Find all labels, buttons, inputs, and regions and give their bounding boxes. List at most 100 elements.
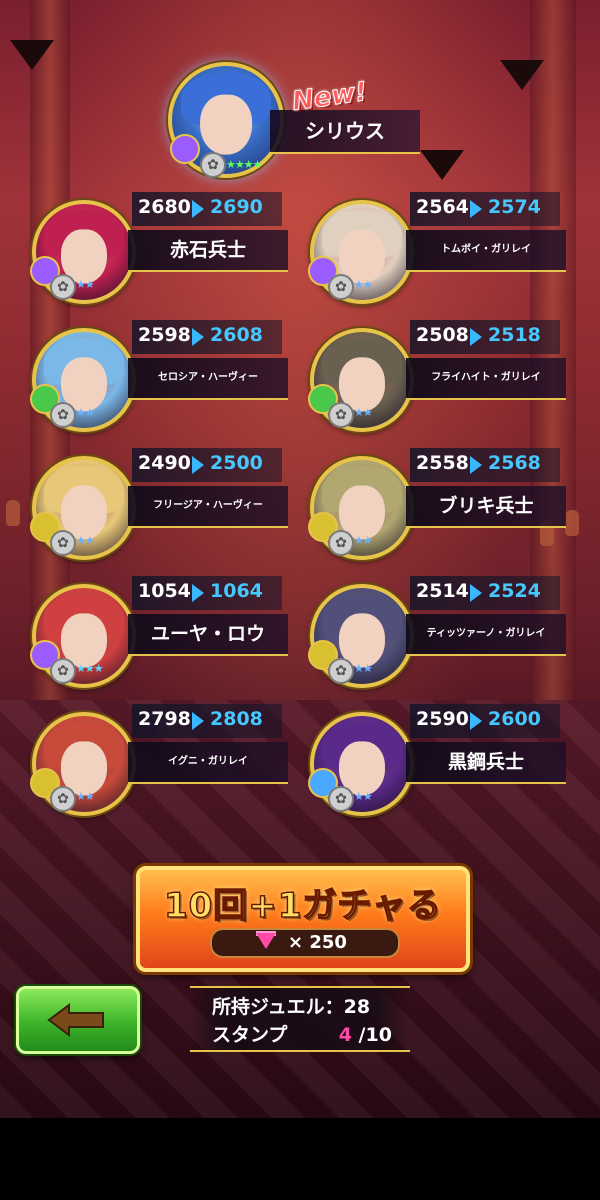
power-new: 2500 xyxy=(210,452,263,474)
rarity-stars: ★★★★ xyxy=(226,158,262,171)
rank-icon: ✿ xyxy=(328,530,354,556)
hanging-lamp-icon xyxy=(500,60,544,90)
power-stats: 1054 1064 xyxy=(132,576,282,610)
rarity-stars: ★★ xyxy=(354,790,373,803)
gacha-result-screen: ✿ ★★★★ シリウス New! 2680 2690 赤石兵士 ✿ ★★ 256… xyxy=(0,0,600,1118)
power-new: 2600 xyxy=(488,708,541,730)
back-arrow-icon xyxy=(47,1003,104,1037)
character-name: フライハイト・ガリレイ xyxy=(431,372,541,383)
rarity-stars: ★★ xyxy=(76,534,95,547)
increase-arrow-icon xyxy=(192,328,204,346)
power-new: 2524 xyxy=(488,580,541,602)
rarity-stars: ★★ xyxy=(354,406,373,419)
increase-arrow-icon xyxy=(470,456,482,474)
rank-icon: ✿ xyxy=(328,786,354,812)
power-old: 2490 xyxy=(138,452,191,474)
rarity-stars: ★★ xyxy=(76,278,95,291)
power-new: 2808 xyxy=(210,708,263,730)
hanging-lamp-icon xyxy=(420,150,464,180)
character-card[interactable]: 2508 2518 フライハイト・ガリレイ ✿ ★★ xyxy=(308,318,570,438)
gacha-10plus1-button[interactable]: 10回+1ガチャる × 250 xyxy=(136,866,470,972)
status-panel: 所持ジュエル：28 スタンプ 4 /10 xyxy=(190,986,410,1052)
stamp-current: 4 xyxy=(338,1024,352,1046)
character-card[interactable]: 1054 1064 ユーヤ・ロウ ✿ ★★★ xyxy=(30,574,292,694)
rank-icon: ✿ xyxy=(50,530,76,556)
gacha-cost-value: × 250 xyxy=(288,932,347,953)
increase-arrow-icon xyxy=(192,584,204,602)
power-stats: 2798 2808 xyxy=(132,704,282,738)
character-name: イグニ・ガリレイ xyxy=(168,756,248,767)
power-stats: 2558 2568 xyxy=(410,448,560,482)
power-new: 2690 xyxy=(210,196,263,218)
increase-arrow-icon xyxy=(470,200,482,218)
character-name: 黒鋼兵士 xyxy=(447,751,524,773)
rank-icon: ✿ xyxy=(50,786,76,812)
rank-icon: ✿ xyxy=(50,274,76,300)
character-name: ティッツァーノ・ガリレイ xyxy=(426,628,546,639)
power-old: 2680 xyxy=(138,196,191,218)
power-new: 1064 xyxy=(210,580,263,602)
rank-icon: ✿ xyxy=(200,152,226,178)
rarity-stars: ★★★ xyxy=(76,662,104,675)
rarity-stars: ★★ xyxy=(354,278,373,291)
power-stats: 2590 2600 xyxy=(410,704,560,738)
stamp-label: スタンプ xyxy=(212,1024,288,1046)
power-stats: 2508 2518 xyxy=(410,320,560,354)
character-name: セロシア・ハーヴィー xyxy=(158,372,258,383)
power-old: 2564 xyxy=(416,196,469,218)
rank-icon: ✿ xyxy=(50,402,76,428)
character-card[interactable]: 2514 2524 ティッツァーノ・ガリレイ ✿ ★★ xyxy=(308,574,570,694)
jewel-count: 所持ジュエル：28 xyxy=(212,996,371,1018)
character-name: ブリキ兵士 xyxy=(438,495,534,517)
jewel-icon xyxy=(256,933,276,949)
power-old: 2590 xyxy=(416,708,469,730)
stamp-total: /10 xyxy=(358,1024,392,1046)
power-old: 2514 xyxy=(416,580,469,602)
increase-arrow-icon xyxy=(470,328,482,346)
power-stats: 2598 2608 xyxy=(132,320,282,354)
power-stats: 2490 2500 xyxy=(132,448,282,482)
rarity-stars: ★★ xyxy=(354,534,373,547)
rank-icon: ✿ xyxy=(50,658,76,684)
power-new: 2608 xyxy=(210,324,263,346)
portrait-face xyxy=(200,94,252,156)
increase-arrow-icon xyxy=(470,712,482,730)
gacha-button-label: 10回+1ガチャる xyxy=(163,885,443,927)
element-icon xyxy=(170,134,200,164)
power-old: 2798 xyxy=(138,708,191,730)
increase-arrow-icon xyxy=(192,712,204,730)
character-name: トムボイ・ガリレイ xyxy=(441,244,531,255)
power-new: 2568 xyxy=(488,452,541,474)
power-new: 2574 xyxy=(488,196,541,218)
power-stats: 2564 2574 xyxy=(410,192,560,226)
rank-icon: ✿ xyxy=(328,274,354,300)
increase-arrow-icon xyxy=(192,200,204,218)
character-card[interactable]: 2680 2690 赤石兵士 ✿ ★★ xyxy=(30,190,292,310)
gacha-cost: × 250 xyxy=(210,928,400,958)
character-name: 赤石兵士 xyxy=(169,239,246,261)
vase-icon xyxy=(6,500,20,526)
character-card[interactable]: 2490 2500 フリージア・ハーヴィー ✿ ★★ xyxy=(30,446,292,566)
character-name: ユーヤ・ロウ xyxy=(150,623,265,645)
power-new: 2518 xyxy=(488,324,541,346)
character-card[interactable]: 2558 2568 ブリキ兵士 ✿ ★★ xyxy=(308,446,570,566)
increase-arrow-icon xyxy=(470,584,482,602)
hanging-lamp-icon xyxy=(10,40,54,70)
character-card[interactable]: 2590 2600 黒鋼兵士 ✿ ★★ xyxy=(308,702,570,822)
power-stats: 2514 2524 xyxy=(410,576,560,610)
power-old: 2508 xyxy=(416,324,469,346)
rank-icon: ✿ xyxy=(328,402,354,428)
stamp-row: スタンプ 4 /10 xyxy=(212,1020,392,1047)
character-card[interactable]: 2564 2574 トムボイ・ガリレイ ✿ ★★ xyxy=(308,190,570,310)
back-button[interactable] xyxy=(16,986,140,1054)
increase-arrow-icon xyxy=(192,456,204,474)
character-card[interactable]: 2798 2808 イグニ・ガリレイ ✿ ★★ xyxy=(30,702,292,822)
character-card[interactable]: 2598 2608 セロシア・ハーヴィー ✿ ★★ xyxy=(30,318,292,438)
power-old: 2558 xyxy=(416,452,469,474)
rank-icon: ✿ xyxy=(328,658,354,684)
power-old: 2598 xyxy=(138,324,191,346)
rarity-stars: ★★ xyxy=(76,406,95,419)
character-name: フリージア・ハーヴィー xyxy=(153,500,263,511)
power-old: 1054 xyxy=(138,580,191,602)
rarity-stars: ★★ xyxy=(76,790,95,803)
